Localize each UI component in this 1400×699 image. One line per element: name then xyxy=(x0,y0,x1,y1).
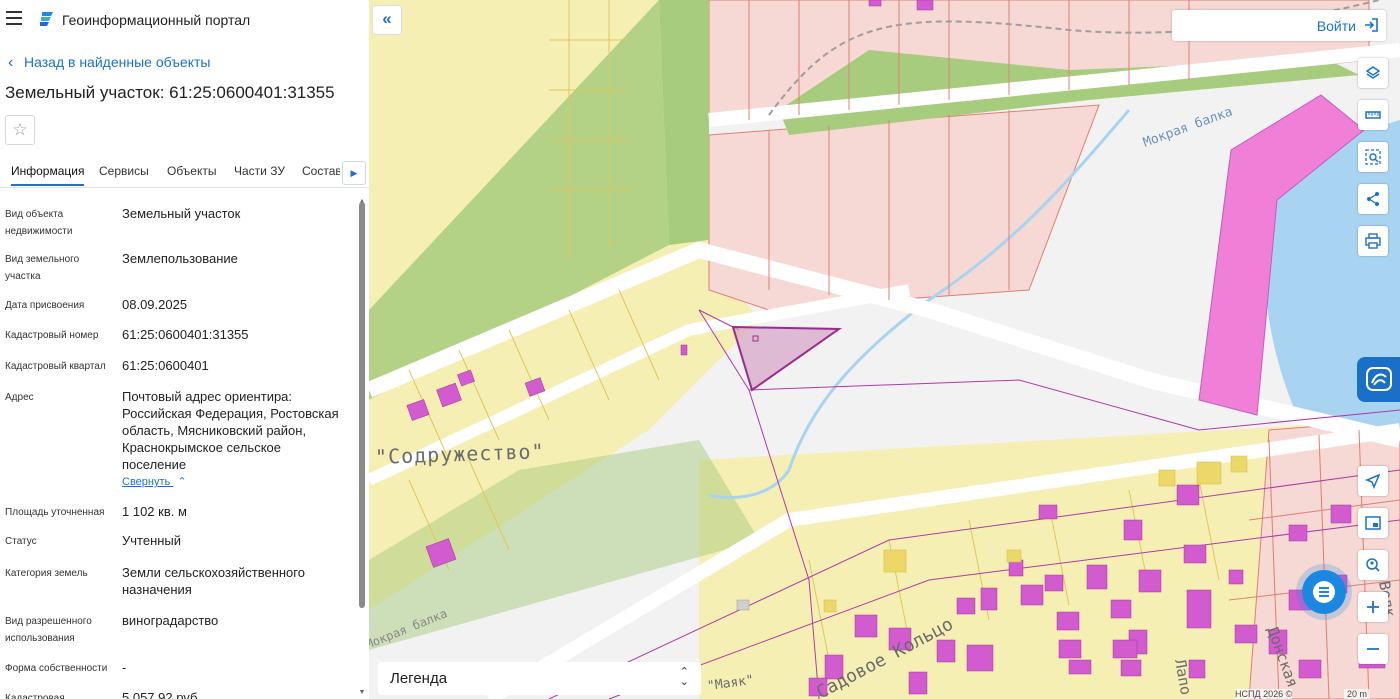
ruler-button[interactable] xyxy=(1358,100,1388,130)
zoom-out-icon xyxy=(1367,648,1379,650)
double-chevron-left-icon: « xyxy=(382,9,392,28)
detail-value: 1 102 кв. м xyxy=(122,504,187,519)
share-button[interactable] xyxy=(1358,184,1388,214)
back-link-label: Назад в найденные объекты xyxy=(24,54,211,70)
detail-label: Вид объекта недвижимости xyxy=(5,209,73,237)
minimap-button[interactable] xyxy=(1358,508,1388,538)
legend-panel[interactable]: Легенда ⌃ ⌄ xyxy=(378,662,701,695)
tab-composition[interactable]: Состав xyxy=(302,164,340,178)
zoom-in-button[interactable] xyxy=(1358,592,1388,622)
detail-label: Кадастровый номер xyxy=(5,330,99,341)
search-location-icon xyxy=(1366,558,1380,572)
collapse-sidebar-button[interactable]: « xyxy=(372,5,402,35)
address-collapse-link[interactable]: Свернуть ⌃ xyxy=(122,475,187,488)
chevron-up-icon: ⌃ xyxy=(177,476,187,488)
detail-value: виноградарство xyxy=(122,613,219,628)
detail-value: Земли сельскохозяйственного назначения xyxy=(122,565,305,597)
detail-label: Дата присвоения xyxy=(5,300,85,311)
tabs-scroll-right-button[interactable]: ▶ xyxy=(342,161,366,185)
detail-value: 61:25:0600401 xyxy=(122,358,209,373)
service-badge[interactable] xyxy=(1357,357,1400,402)
detail-value: Земельный участок xyxy=(122,206,241,221)
service-badge-icon xyxy=(1366,367,1392,391)
menu-icon[interactable] xyxy=(6,11,22,25)
detail-label: Форма собственности xyxy=(5,663,108,674)
share-icon xyxy=(1367,192,1379,206)
map-attribution: НСПД 2026 © xyxy=(1235,689,1293,699)
detail-label: Кадастровый квартал xyxy=(5,361,106,372)
sidebar-scrollbar[interactable] xyxy=(359,202,365,608)
search-location-button[interactable] xyxy=(1358,550,1388,580)
tab-information[interactable]: Информация xyxy=(11,164,85,186)
layers-button[interactable] xyxy=(1358,58,1388,88)
chevron-left-icon: ‹ xyxy=(8,54,14,71)
locate-icon xyxy=(1365,473,1381,489)
scroll-down-arrow[interactable]: ▼ xyxy=(358,689,366,696)
map-graphics xyxy=(369,0,1400,699)
tab-bar: Информация Сервисы Объекты Части ЗУ Сост… xyxy=(0,157,369,188)
expand-icon: ⌃ ⌄ xyxy=(679,666,689,688)
detail-value: 08.09.2025 xyxy=(122,297,188,312)
print-icon xyxy=(1365,233,1381,249)
tab-objects[interactable]: Объекты xyxy=(167,164,217,178)
info-sidebar: Геоинформационный портал ‹ Назад в найден… xyxy=(0,0,370,699)
app-title: Геоинформационный портал xyxy=(62,12,251,28)
detail-value: Землепользование xyxy=(122,251,238,266)
sidebar-header: Геоинформационный портал xyxy=(0,0,369,40)
print-button[interactable] xyxy=(1358,226,1388,256)
back-to-results-link[interactable]: ‹ Назад в найденные объекты xyxy=(8,54,210,72)
collapse-label: Свернуть xyxy=(122,476,171,488)
select-area-button[interactable] xyxy=(1358,142,1388,172)
tab-parts[interactable]: Части ЗУ xyxy=(234,164,285,178)
portal-logo-icon xyxy=(40,12,53,26)
login-button[interactable]: Войти xyxy=(1172,10,1386,41)
detail-label: Вид земельного участка xyxy=(5,254,80,282)
star-icon: ☆ xyxy=(12,120,28,139)
zoom-in-icon xyxy=(1367,601,1379,613)
favorite-button[interactable]: ☆ xyxy=(5,115,35,145)
detail-label: Площадь уточненная xyxy=(5,507,105,518)
zoom-out-button[interactable] xyxy=(1358,634,1388,664)
chat-icon xyxy=(1313,581,1335,603)
detail-value: Учтенный xyxy=(122,533,182,548)
chat-button[interactable] xyxy=(1302,570,1346,614)
detail-label: Категория земель xyxy=(5,568,88,579)
select-area-icon xyxy=(1365,149,1381,165)
object-title: Земельный участок: 61:25:0600401:31355 xyxy=(5,83,335,102)
legend-label: Легенда xyxy=(390,670,448,687)
detail-label: Статус xyxy=(5,536,37,547)
login-label: Войти xyxy=(1316,18,1356,34)
locate-button[interactable] xyxy=(1358,466,1388,496)
login-icon xyxy=(1365,18,1378,32)
map-scale: 20 m xyxy=(1344,689,1371,699)
detail-value: - xyxy=(122,660,127,675)
layers-icon xyxy=(1365,66,1381,79)
detail-label: Адрес xyxy=(5,392,34,403)
minimap-icon xyxy=(1365,516,1381,530)
detail-label: Вид разрешенного использования xyxy=(5,616,92,644)
ruler-icon xyxy=(1365,111,1381,119)
detail-value: Почтовый адрес ориентира: Российская Фед… xyxy=(122,389,339,472)
detail-value: 61:25:0600401:31355 xyxy=(122,327,249,342)
detail-value: 5 057,92 руб. xyxy=(122,690,202,699)
chevron-right-icon: ▶ xyxy=(350,168,358,178)
map-canvas[interactable]: "Содружество" Мокрая балка Мокрая балка … xyxy=(369,0,1400,699)
detail-label: Кадастровая xyxy=(5,693,65,699)
tab-services[interactable]: Сервисы xyxy=(99,164,149,178)
